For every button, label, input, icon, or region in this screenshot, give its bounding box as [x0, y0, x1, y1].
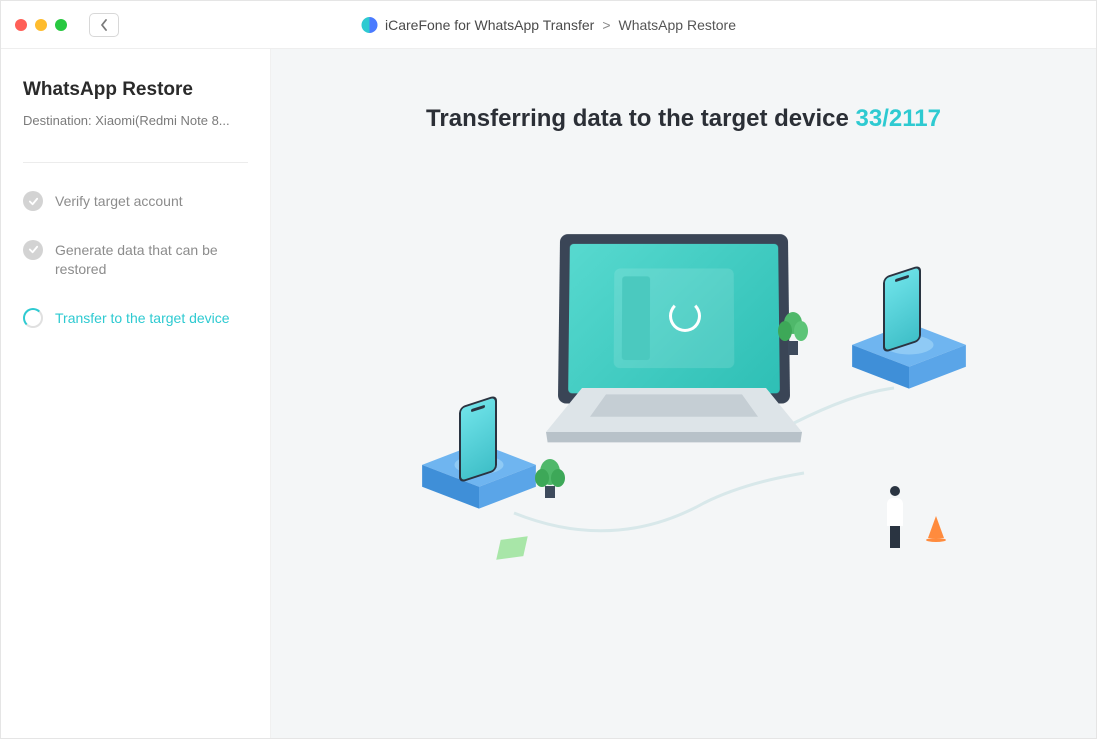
destination-label: Destination: — [23, 113, 95, 128]
page-title: WhatsApp Restore — [23, 79, 248, 101]
window-controls — [15, 19, 67, 31]
plant-icon — [777, 311, 809, 357]
step-verify-account: Verify target account — [23, 191, 248, 212]
laptop-icon — [559, 233, 789, 403]
chevron-left-icon — [100, 19, 108, 31]
source-phone-icon — [459, 395, 497, 483]
plant-icon — [534, 458, 566, 500]
progress-label: Transferring data to the target device — [426, 105, 855, 132]
step-transfer: Transfer to the target device — [23, 308, 248, 329]
maximize-window-button[interactable] — [55, 19, 67, 31]
step-label: Verify target account — [55, 191, 183, 212]
check-icon — [23, 240, 43, 260]
divider — [23, 162, 248, 163]
breadcrumb-page: WhatsApp Restore — [619, 17, 737, 33]
step-label: Generate data that can be restored — [55, 240, 248, 280]
main-panel: Transferring data to the target device 3… — [271, 49, 1096, 738]
spinner-icon — [23, 308, 43, 328]
check-icon — [23, 191, 43, 211]
breadcrumb-separator: > — [602, 17, 610, 33]
progress-current: 33 — [856, 105, 883, 132]
breadcrumb: iCareFone for WhatsApp Transfer > WhatsA… — [361, 17, 736, 33]
transfer-illustration — [384, 193, 984, 593]
step-generate-data: Generate data that can be restored — [23, 240, 248, 280]
destination-info: Destination: Xiaomi(Redmi Note 8... — [23, 113, 248, 128]
minimize-window-button[interactable] — [35, 19, 47, 31]
sidebar: WhatsApp Restore Destination: Xiaomi(Red… — [1, 49, 271, 738]
content: WhatsApp Restore Destination: Xiaomi(Red… — [1, 49, 1096, 738]
back-button[interactable] — [89, 13, 119, 37]
app-logo-icon — [361, 17, 377, 33]
close-window-button[interactable] — [15, 19, 27, 31]
titlebar: iCareFone for WhatsApp Transfer > WhatsA… — [1, 1, 1096, 49]
progress-heading: Transferring data to the target device 3… — [426, 105, 941, 133]
paper-icon — [496, 536, 527, 559]
target-phone-icon — [883, 265, 921, 353]
traffic-cone-icon — [928, 516, 944, 538]
person-icon — [881, 486, 909, 548]
progress-total: 2117 — [889, 105, 941, 132]
step-label: Transfer to the target device — [55, 308, 230, 329]
laptop-base-icon — [514, 388, 834, 468]
destination-value: Xiaomi(Redmi Note 8... — [95, 113, 229, 128]
breadcrumb-app: iCareFone for WhatsApp Transfer — [385, 17, 594, 33]
progress-sep: / — [882, 105, 889, 132]
sync-icon — [668, 300, 700, 332]
